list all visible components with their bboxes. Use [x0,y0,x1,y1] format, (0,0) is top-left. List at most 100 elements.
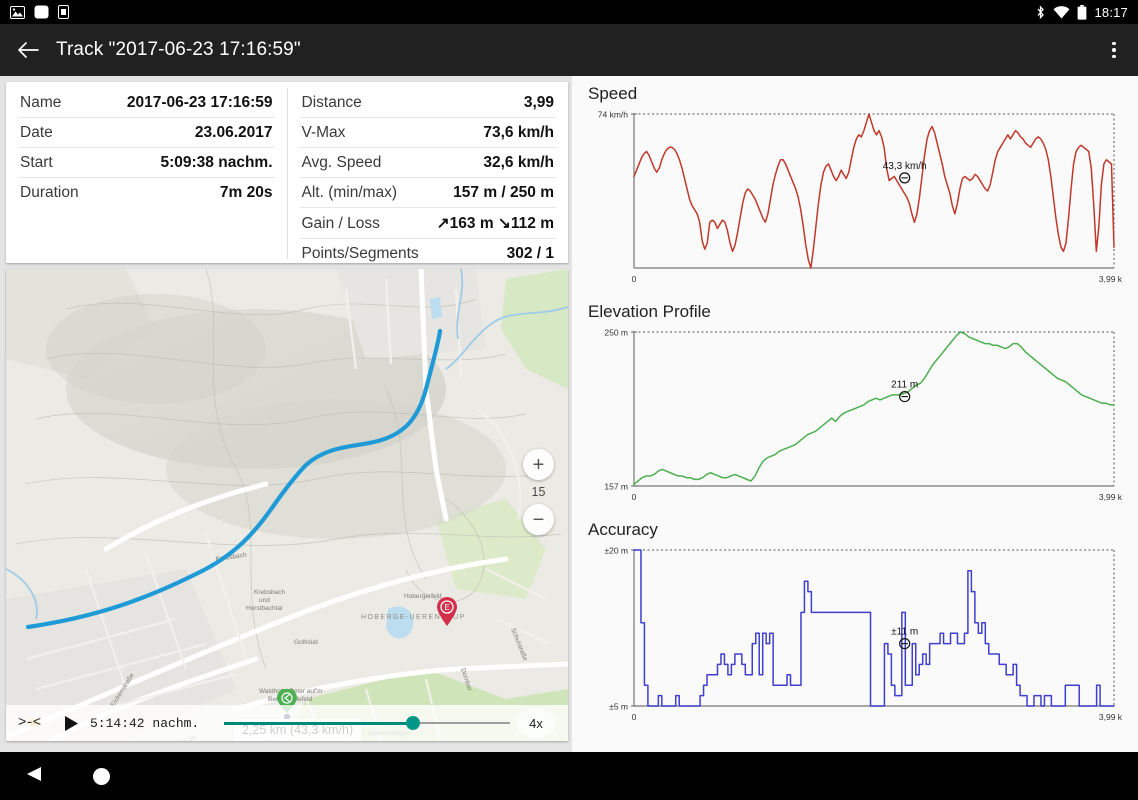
svg-text:und: und [259,597,270,604]
slider-fill [224,722,413,725]
stat-row: Date 23.06.2017 [18,118,275,148]
zoom-in-button[interactable]: + [523,449,554,480]
svg-text:3,99 km: 3,99 km [1099,712,1122,722]
accuracy-chart-block: Accuracy ±20 m±5 m03,99 km±11 m [572,512,1138,732]
rounded-square-icon [34,5,49,19]
accuracy-chart[interactable]: ±20 m ±5 m 0 3,99 km ±11 m [582,540,1122,732]
status-system-icons: 18:17 [1035,5,1138,20]
stat-label: Start [20,154,53,172]
playback-slider[interactable] [224,713,510,733]
playback-time: 5:14:42 nachm. [90,716,218,731]
svg-text:Golfclub: Golfclub [294,639,318,646]
battery-icon [1077,5,1087,20]
svg-text:0: 0 [632,712,637,722]
stat-value: 302 / 1 [507,245,554,263]
stat-row: Avg. Speed 32,6 km/h [300,148,557,178]
stat-value: 7m 20s [220,184,273,202]
stat-value: 73,6 km/h [483,124,554,142]
map-canvas[interactable]: Krebsbach und Horstbachtal Krebsbach Gol… [6,269,568,741]
speed-chart[interactable]: 74 km/h 0 3,99 km 43,3 km/h [582,104,1122,294]
app-bar: Track "2017-06-23 17:16:59" [0,24,1138,76]
left-column: Name 2017-06-23 17:16:59 Date 23.06.2017… [6,82,568,741]
play-button[interactable] [52,715,90,732]
dot-icon [1112,48,1116,52]
stat-value: 23.06.2017 [195,124,273,142]
speed-chart-block: Speed 74 km/h 0 3,99 km 43,3 km/h [572,76,1138,294]
stat-row: Alt. (min/max) 157 m / 250 m [300,178,557,208]
stat-label: Duration [20,184,79,202]
svg-text:E: E [444,603,449,612]
sim-card-icon [58,5,69,19]
nav-home-button[interactable] [93,768,110,785]
image-icon [10,6,25,19]
svg-text:±11 m: ±11 m [891,627,918,638]
stat-value: 5:09:38 nachm. [161,154,273,172]
svg-text:±5 m: ±5 m [609,702,628,712]
stat-label: Points/Segments [302,245,419,263]
content-area: Name 2017-06-23 17:16:59 Date 23.06.2017… [0,76,1138,752]
charts-panel: Speed 74 km/h 0 3,99 km 43,3 km/h Elevation… [572,76,1138,752]
svg-text:3,99 km: 3,99 km [1099,492,1122,502]
nav-back-button[interactable] [25,765,43,788]
playback-speed-button[interactable]: 4x [516,708,556,738]
stat-value: 2017-06-23 17:16:59 [127,94,273,112]
map-zoom-controls: + 15 − [523,449,554,535]
stat-label: V-Max [302,124,346,142]
map-view[interactable]: Krebsbach und Horstbachtal Krebsbach Gol… [6,269,568,741]
slider-thumb[interactable] [406,716,420,730]
stat-value: 3,99 [524,94,554,112]
svg-text:Horstbachtal: Horstbachtal [246,605,283,612]
status-notification-icons [0,5,69,19]
end-marker[interactable]: E [436,597,458,627]
nav-back-icon [25,765,43,783]
dot-icon [1112,42,1116,46]
android-nav-bar [0,752,1138,800]
svg-text:43,3 km/h: 43,3 km/h [883,161,927,172]
stat-row: Start 5:09:38 nachm. [18,148,275,178]
elevation-chart-title: Elevation Profile [588,302,1122,322]
back-arrow-icon [17,41,39,59]
svg-text:±20 m: ±20 m [604,546,628,556]
stat-row: Gain / Loss ↗163 m ↘112 m [300,208,557,239]
fit-to-track-button[interactable]: >-< [18,715,52,731]
svg-text:211 m: 211 m [891,380,918,391]
stat-row: Distance 3,99 [300,88,557,118]
stats-column-left: Name 2017-06-23 17:16:59 Date 23.06.2017… [6,88,288,259]
stats-column-right: Distance 3,99 V-Max 73,6 km/h Avg. Speed… [288,88,569,259]
elevation-chart-block: Elevation Profile 250 m157 m03,99 km211 … [572,294,1138,512]
stat-row: V-Max 73,6 km/h [300,118,557,148]
stat-label: Distance [302,94,362,112]
stat-row: Points/Segments 302 / 1 [300,239,557,268]
stat-value: 157 m / 250 m [453,184,554,202]
elevation-chart[interactable]: 250 m157 m03,99 km211 m [582,322,1122,512]
zoom-out-button[interactable]: − [523,504,554,535]
speed-chart-title: Speed [588,84,1122,104]
status-clock: 18:17 [1094,5,1128,20]
bluetooth-icon [1035,5,1046,20]
app-root: 18:17 Track "2017-06-23 17:16:59" Name [0,0,1138,800]
stat-value: 32,6 km/h [483,154,554,172]
play-icon [64,715,79,732]
status-bar: 18:17 [0,0,1138,24]
stat-value: ↗163 m ↘112 m [437,214,554,233]
overflow-menu-button[interactable] [1090,24,1138,76]
page-title: Track "2017-06-23 17:16:59" [56,39,301,61]
svg-text:0: 0 [632,274,637,284]
playback-bar: >-< 5:14:42 nachm. 4x [6,705,568,741]
back-button[interactable] [0,24,56,76]
stat-label: Avg. Speed [302,154,382,172]
zoom-level-label: 15 [532,485,546,499]
svg-text:Krebsbach: Krebsbach [254,589,285,596]
stat-row: Name 2017-06-23 17:16:59 [18,88,275,118]
stat-label: Alt. (min/max) [302,184,398,202]
svg-text:74 km/h: 74 km/h [598,110,629,120]
track-stats-card: Name 2017-06-23 17:16:59 Date 23.06.2017… [6,82,568,263]
svg-text:157 m: 157 m [604,482,628,492]
stat-label: Gain / Loss [302,215,380,233]
stat-label: Name [20,94,61,112]
dot-icon [1112,55,1116,59]
stat-label: Date [20,124,53,142]
svg-text:250 m: 250 m [604,328,628,338]
svg-text:3,99 km: 3,99 km [1099,274,1122,284]
stat-row: Duration 7m 20s [18,178,275,207]
